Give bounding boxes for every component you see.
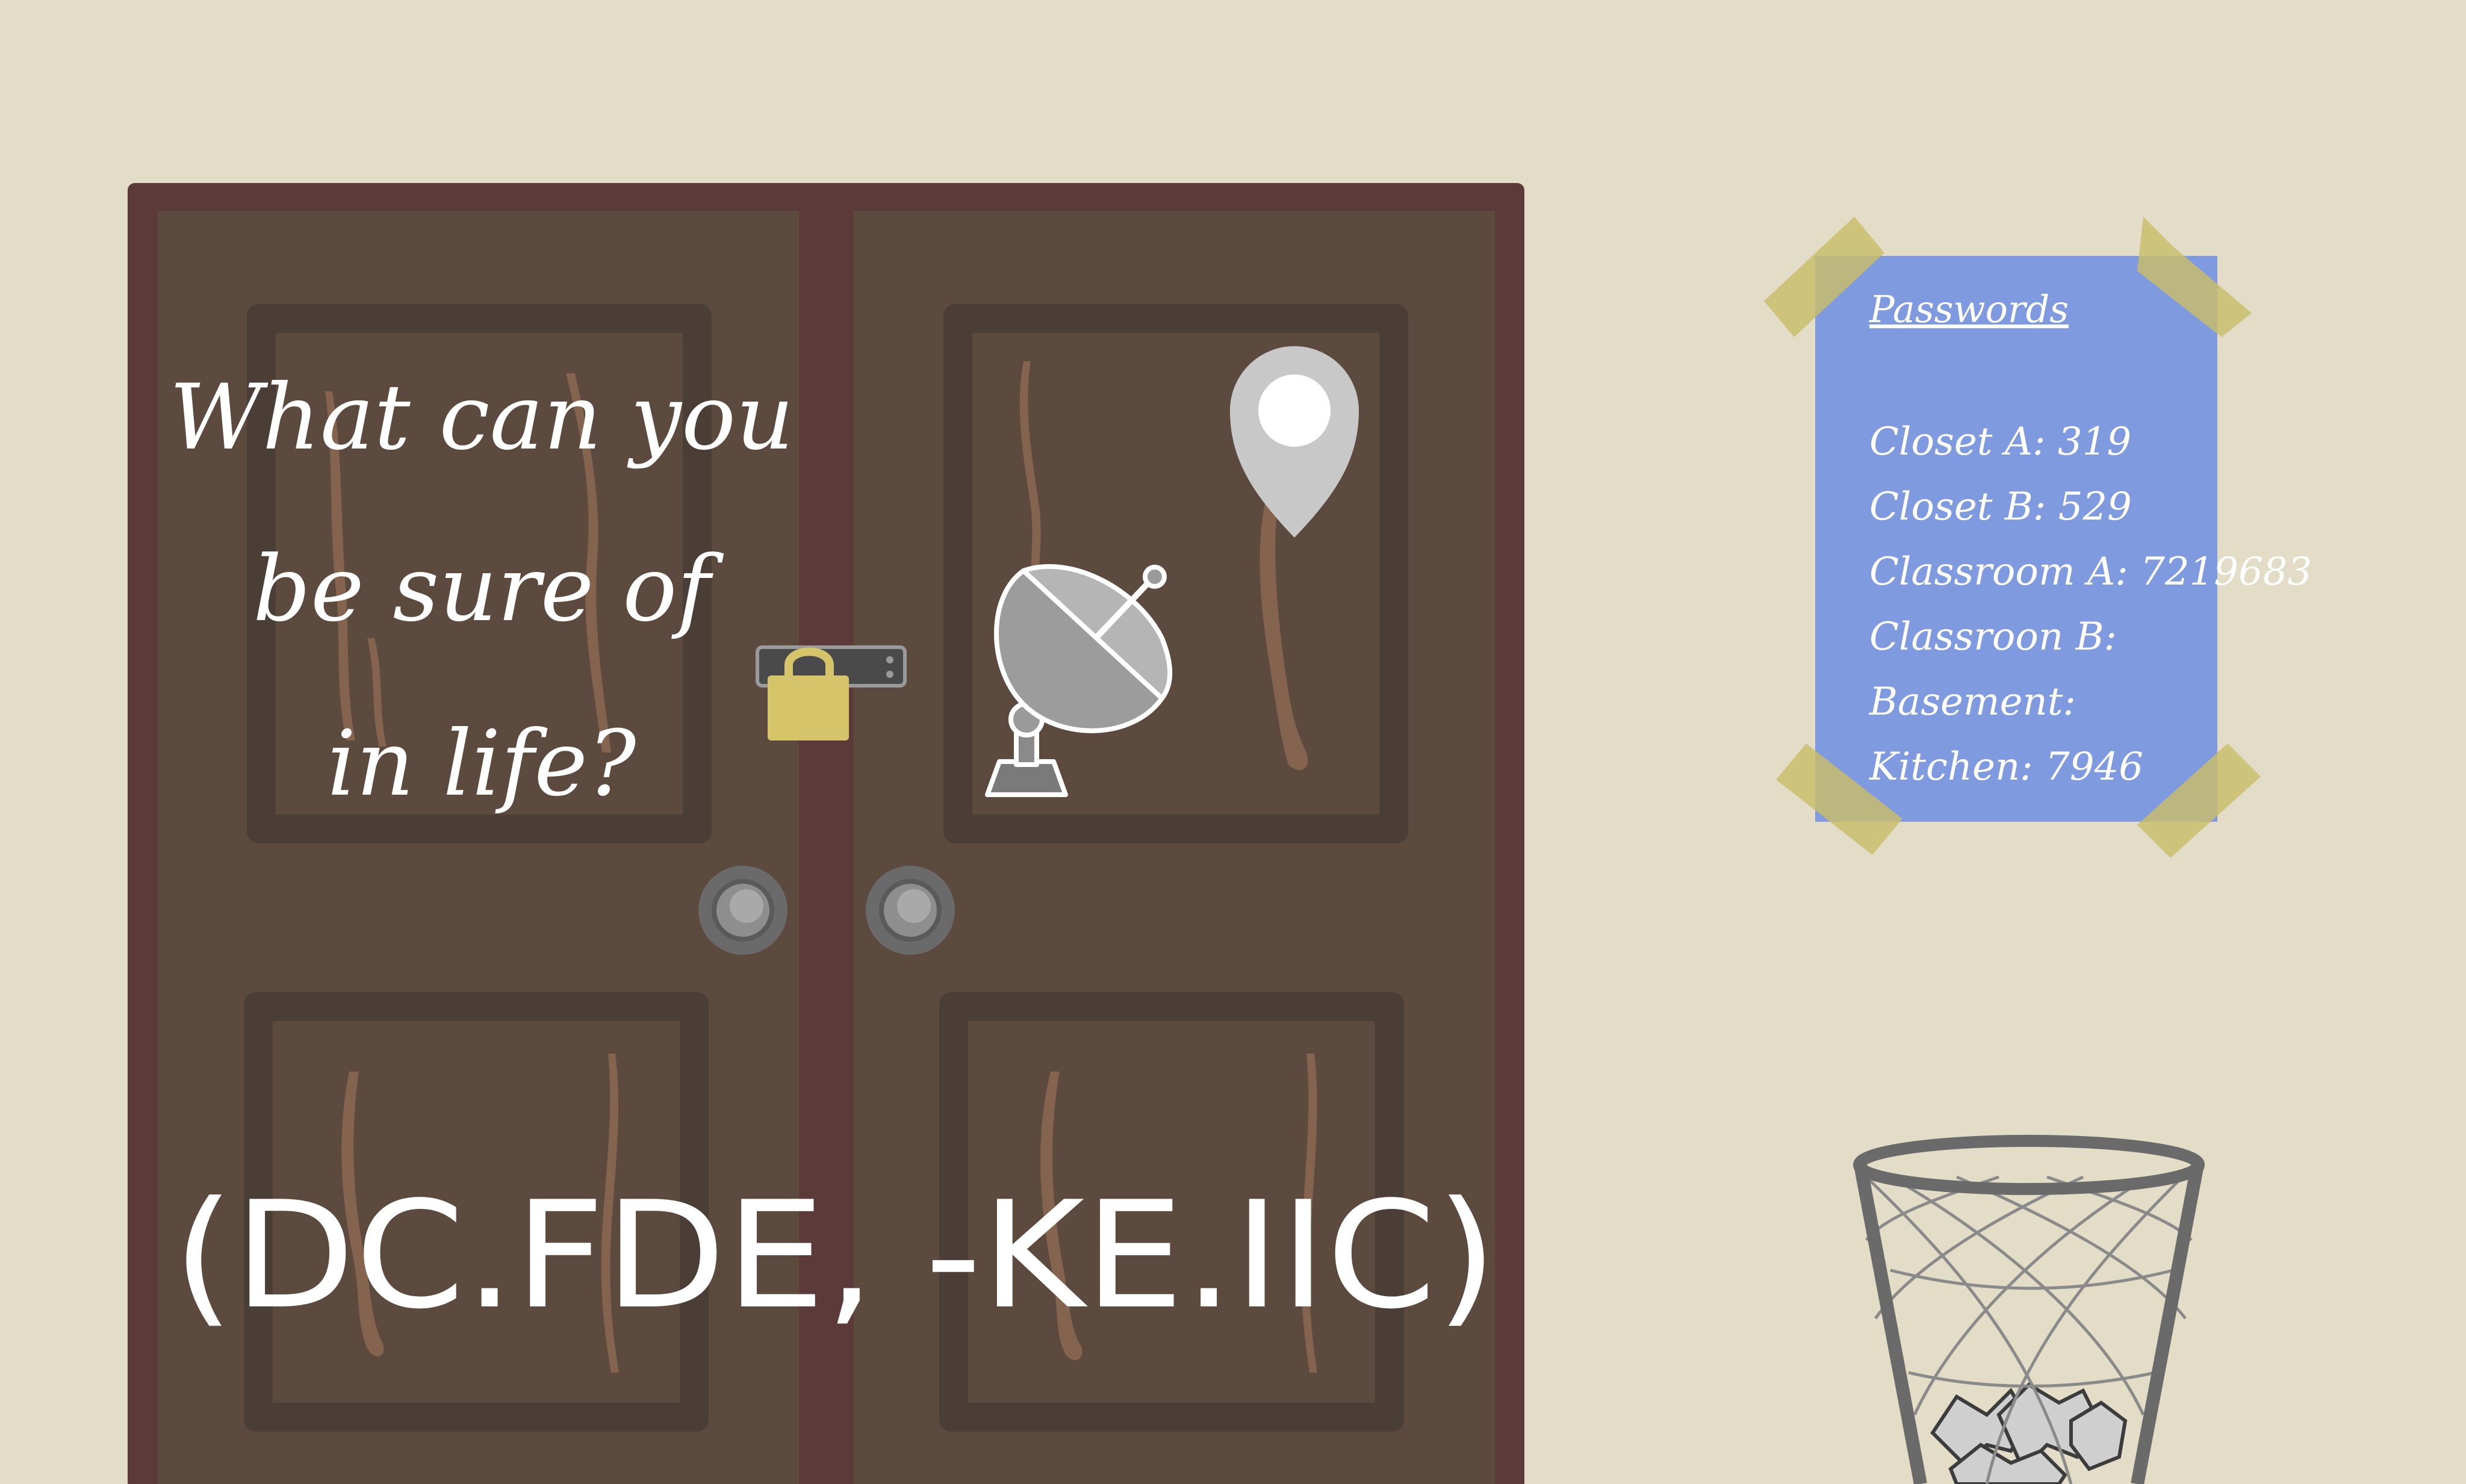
- door-riddle-line-3: in life?: [328, 712, 637, 816]
- note-line-closet-a: Closet A: 319: [1869, 420, 2131, 464]
- note-title: Passwords: [1869, 287, 2069, 331]
- wastebasket-icon[interactable]: [1853, 1135, 2205, 1484]
- door-riddle-line-1: What can you: [169, 365, 794, 470]
- double-door[interactable]: What can you be sure of in life? (DC.FDE…: [128, 183, 1524, 1484]
- door-code-text: (DC.FDE, -KE.IIC): [173, 1170, 1497, 1341]
- note-line-classroom-a: Classroom A: 7219683: [1869, 550, 2312, 594]
- door-riddle-line-2: be sure of: [253, 537, 724, 642]
- note-line-closet-b: Closet B: 529: [1869, 485, 2132, 529]
- password-note[interactable]: Passwords Closet A: 319 Closet B: 529 Cl…: [1764, 217, 2312, 858]
- note-line-classroom-b: Classroon B:: [1869, 615, 2117, 659]
- note-line-basement: Basement:: [1869, 680, 2076, 724]
- note-paper: [1815, 256, 2217, 822]
- note-line-kitchen: Kitchen: 7946: [1869, 745, 2143, 789]
- crumpled-paper[interactable]: [1930, 1382, 2128, 1484]
- bin-rim: [1853, 1135, 2205, 1195]
- right-door-knob[interactable]: [866, 866, 955, 955]
- left-door-knob[interactable]: [698, 866, 787, 955]
- room-scene: What can you be sure of in life? (DC.FDE…: [128, 183, 2312, 1484]
